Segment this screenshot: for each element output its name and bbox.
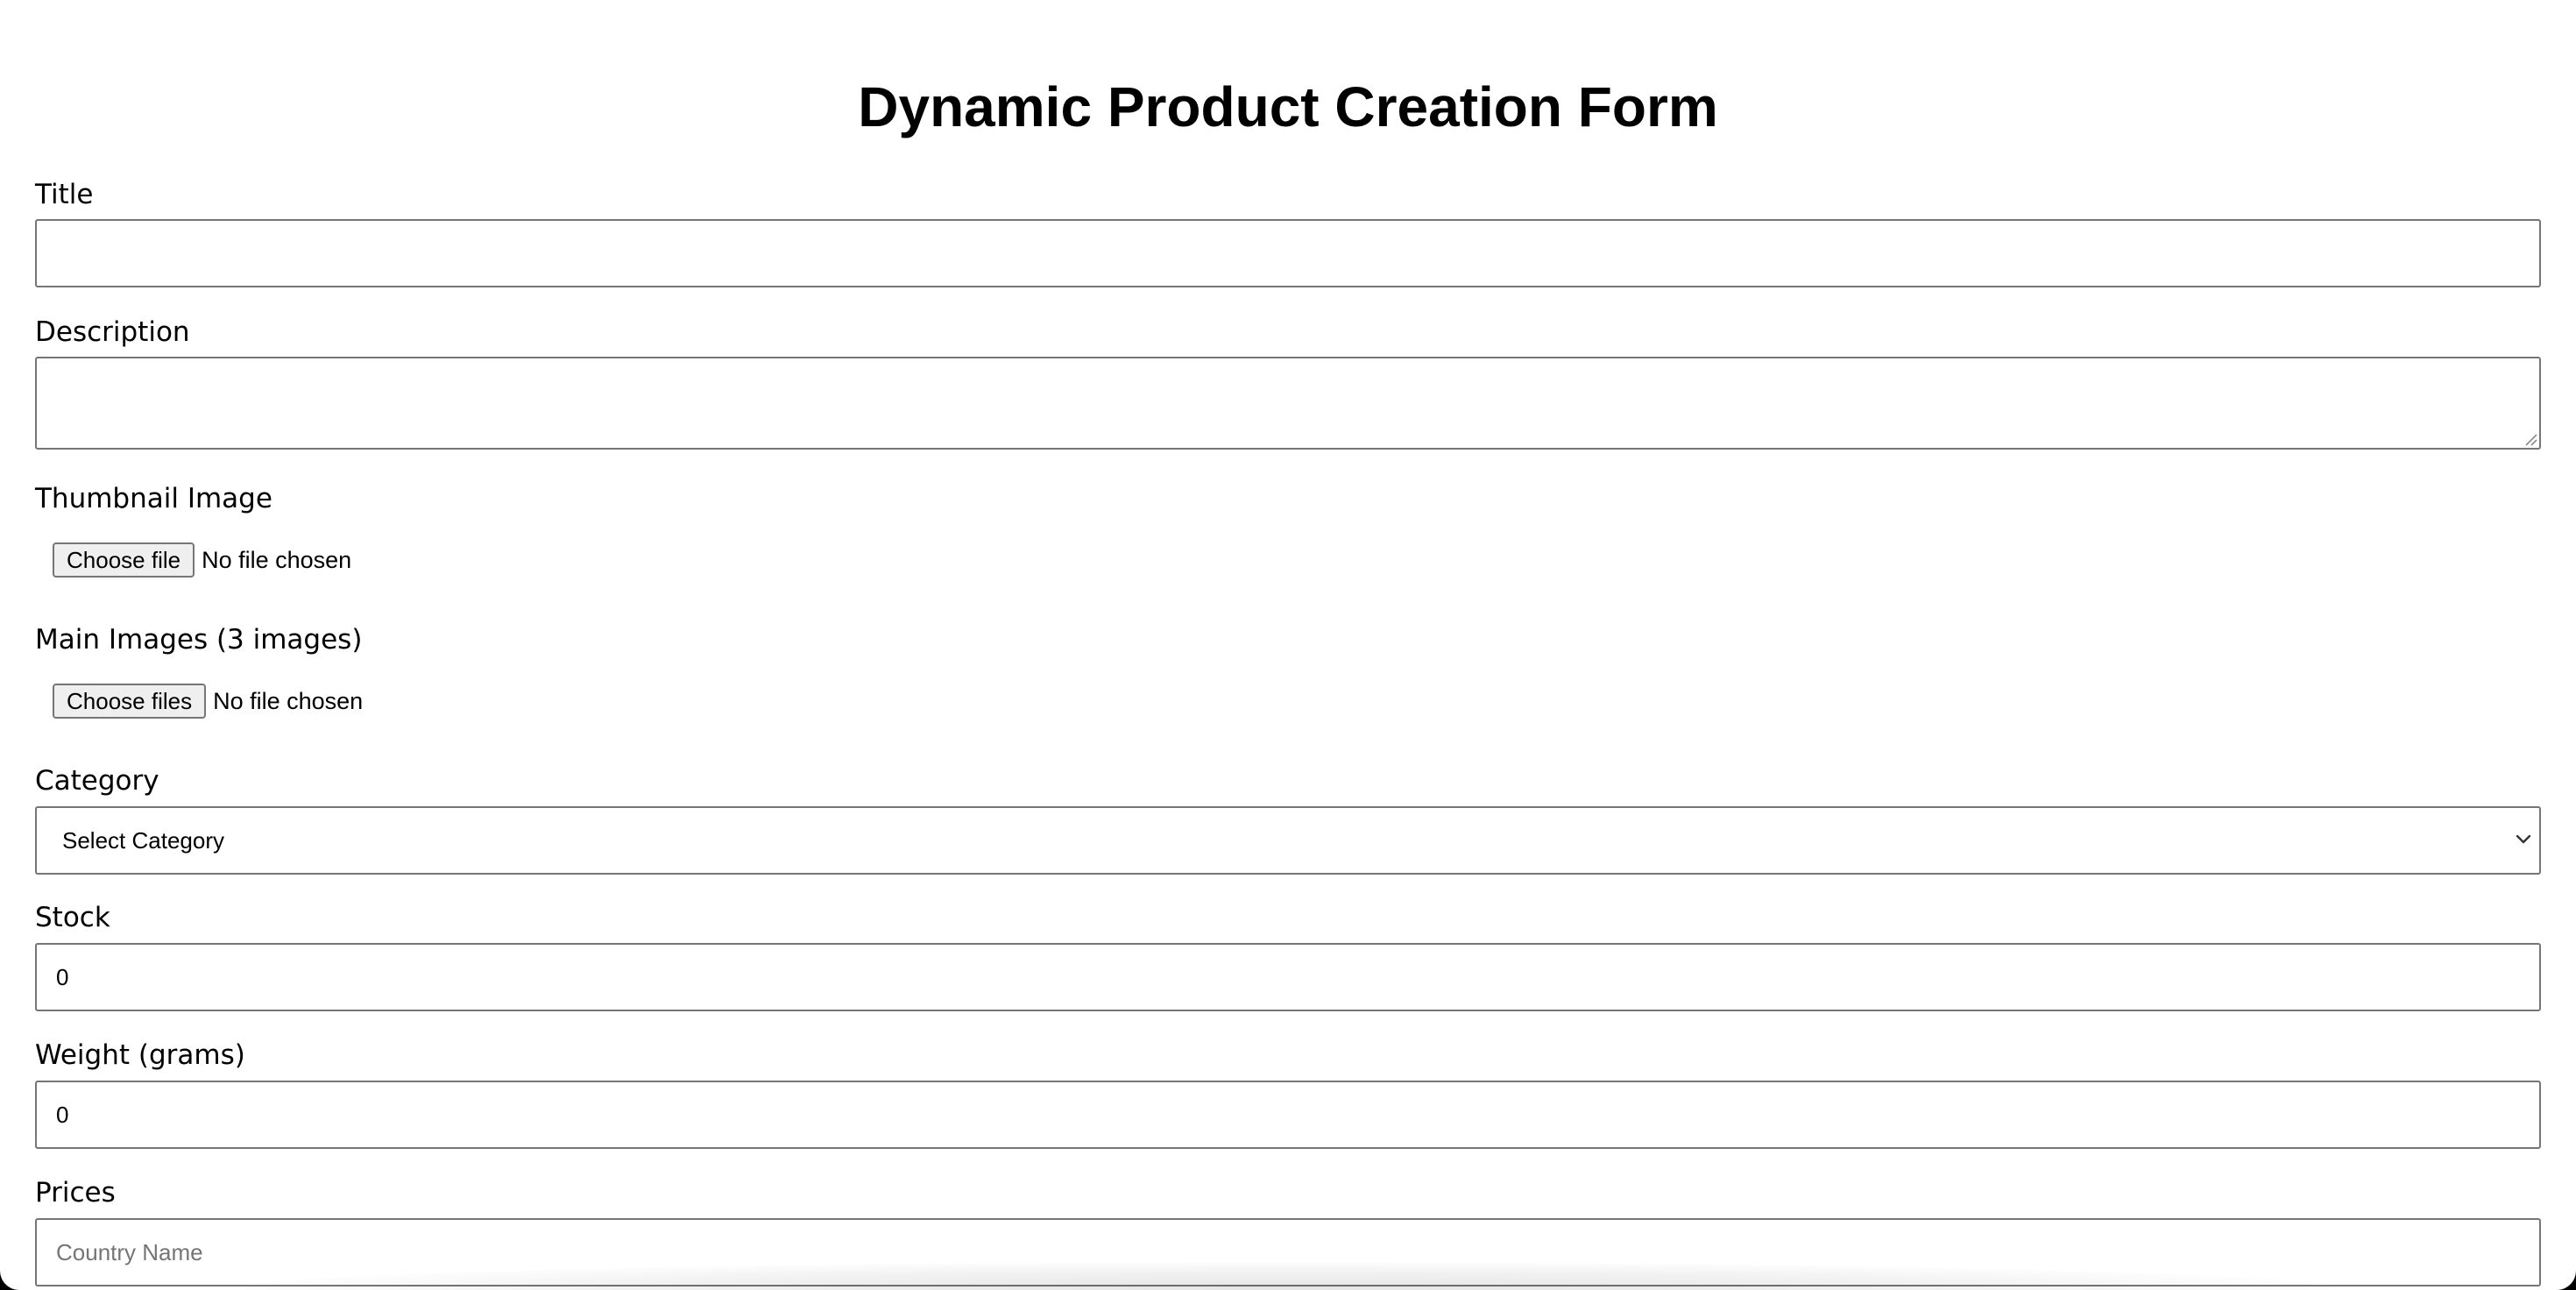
page-title: Dynamic Product Creation Form [858, 75, 1718, 138]
category-label: Category [35, 765, 159, 797]
description-label: Description [35, 316, 190, 348]
chevron-down-icon [2516, 834, 2531, 844]
category-selected-value: Select Category [62, 827, 224, 854]
prices-label: Prices [35, 1177, 116, 1208]
thumbnail-label: Thumbnail Image [35, 483, 272, 514]
resize-grip-icon[interactable] [2523, 432, 2537, 446]
page: Dynamic Product Creation Form Title Desc… [0, 0, 2576, 1290]
weight-input[interactable]: 0 [35, 1081, 2541, 1149]
thumbnail-file-input[interactable]: Choose file No file chosen [53, 542, 351, 578]
country-name-placeholder: Country Name [56, 1239, 203, 1265]
country-name-input[interactable]: Country Name [35, 1218, 2541, 1286]
main-images-file-input[interactable]: Choose files No file chosen [53, 683, 363, 719]
thumbnail-file-status: No file chosen [202, 546, 352, 573]
stock-input[interactable]: 0 [35, 943, 2541, 1011]
main-images-label: Main Images (3 images) [35, 624, 363, 656]
thumbnail-choose-file-button[interactable]: Choose file [53, 542, 195, 578]
stock-label: Stock [35, 902, 110, 933]
main-images-choose-files-button[interactable]: Choose files [53, 684, 207, 719]
title-label: Title [35, 179, 94, 210]
main-images-file-status: No file chosen [213, 687, 364, 714]
description-textarea[interactable] [35, 357, 2541, 450]
weight-label: Weight (grams) [35, 1039, 245, 1071]
category-select[interactable]: Select Category [35, 806, 2541, 875]
title-input[interactable] [35, 219, 2541, 287]
